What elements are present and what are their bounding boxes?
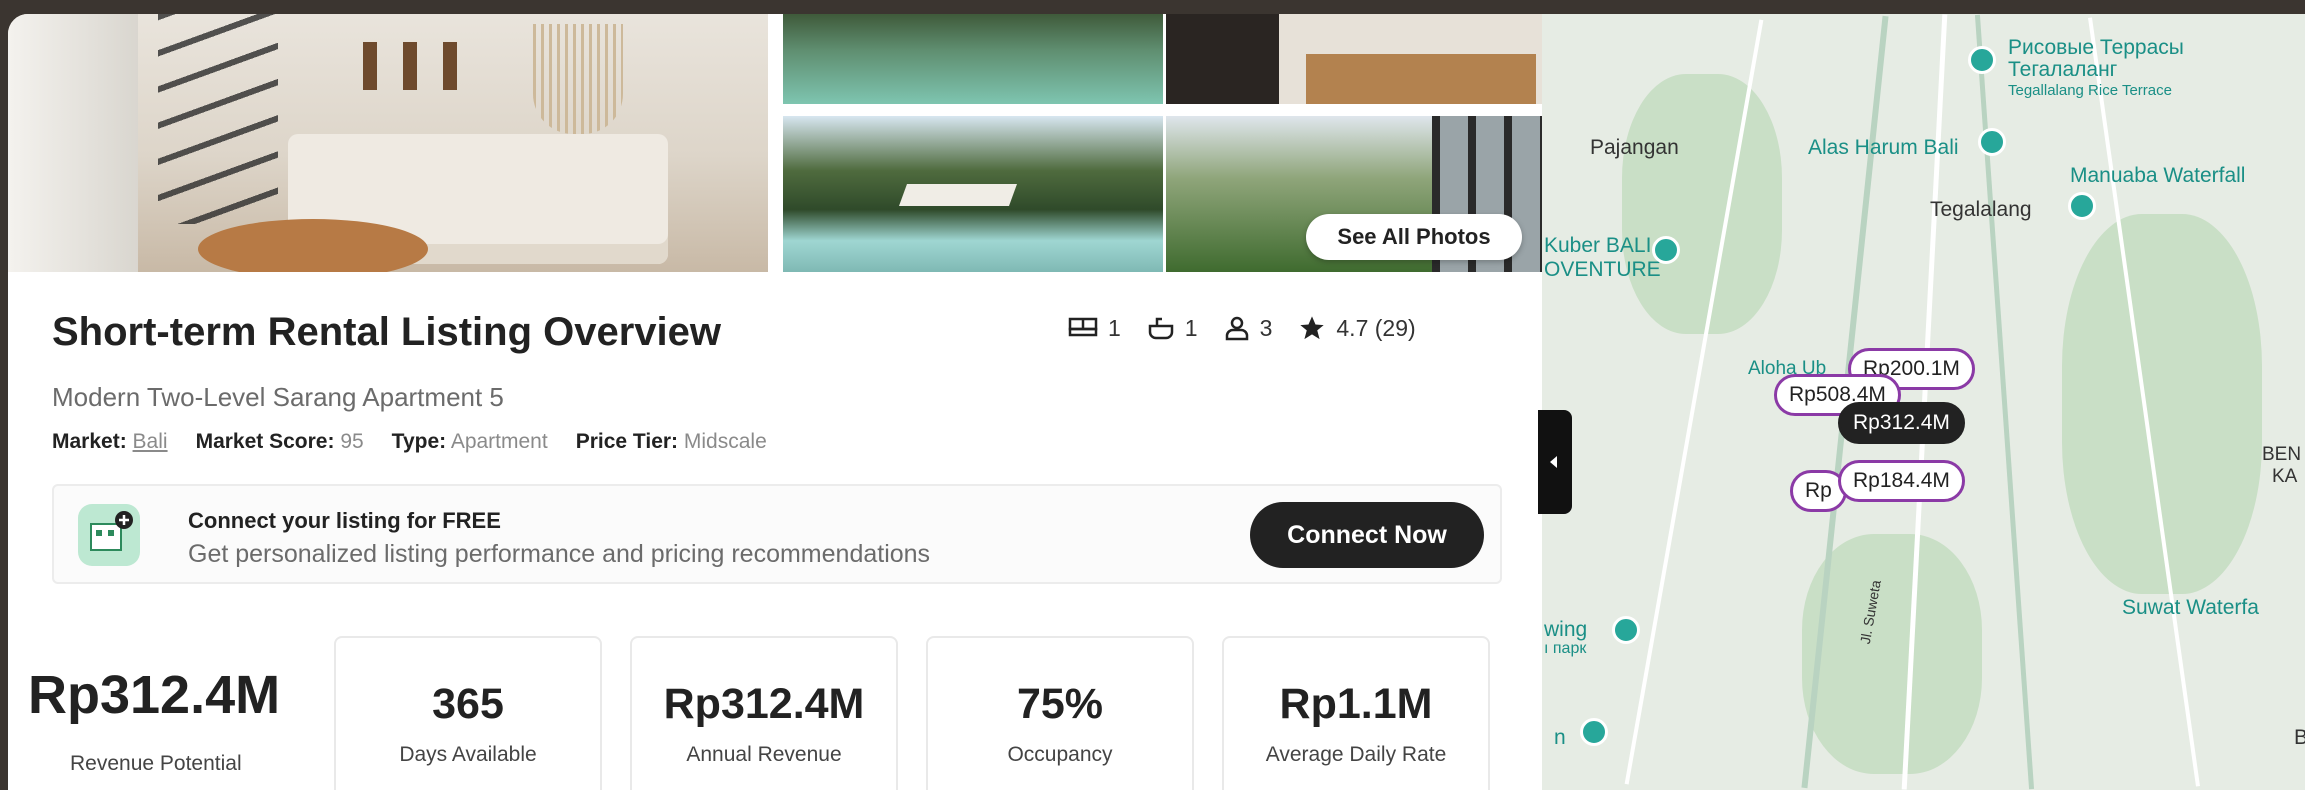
metric-label: Occupancy xyxy=(1007,743,1113,766)
poi-pin[interactable] xyxy=(1580,718,1608,746)
poi-label[interactable]: wing xyxy=(1544,618,1587,642)
page-title: Short-term Rental Listing Overview xyxy=(52,310,722,354)
poi-pin[interactable] xyxy=(1978,128,2006,156)
type-value: Apartment xyxy=(450,430,548,453)
connect-listing-banner: Connect your listing for FREE Get person… xyxy=(52,484,1502,584)
market-score-value: 95 xyxy=(340,430,364,453)
poi-label[interactable]: Tegallalang Rice Terrace xyxy=(2008,82,2172,99)
star-icon xyxy=(1300,316,1325,340)
market-score-label: Market Score: xyxy=(195,430,335,453)
revenue-potential-label: Revenue Potential xyxy=(70,752,242,775)
metric-value: Rp312.4M xyxy=(663,680,865,728)
metric-card-occupancy: 75% Occupancy xyxy=(926,636,1194,790)
poi-label[interactable]: Тегалаланг xyxy=(2008,58,2117,82)
rating-stat: 4.7 (29) xyxy=(1298,314,1416,342)
poi-pin[interactable] xyxy=(2068,192,2096,220)
market-link[interactable]: Bali xyxy=(133,430,168,453)
place-label: Pajangan xyxy=(1590,136,1679,159)
poolside-photo[interactable] xyxy=(783,116,1163,272)
guests-stat: 3 xyxy=(1224,314,1273,342)
pool-photo[interactable] xyxy=(783,14,1163,104)
map-area xyxy=(1622,74,1782,334)
poi-label[interactable]: n xyxy=(1554,726,1566,750)
bathrooms-count: 1 xyxy=(1184,314,1198,341)
main-photo[interactable] xyxy=(8,14,768,272)
price-tier-label: Price Tier: xyxy=(575,430,679,453)
place-label: B xyxy=(2294,726,2305,749)
bed-icon xyxy=(1068,317,1098,337)
poi-label[interactable]: ı парк xyxy=(1544,640,1586,658)
bedrooms-stat: 1 xyxy=(1068,315,1121,342)
metric-label: Average Daily Rate xyxy=(1265,743,1447,766)
poi-label[interactable]: OVENTURE xyxy=(1544,258,1661,282)
listing-name: Modern Two-Level Sarang Apartment 5 xyxy=(52,382,504,412)
poi-label[interactable]: Manuaba Waterfall xyxy=(2070,164,2245,188)
metric-card-annual-revenue: Rp312.4M Annual Revenue xyxy=(630,636,898,790)
revenue-potential-value: Rp312.4M xyxy=(28,665,281,725)
rating-value: 4.7 (29) xyxy=(1336,314,1416,341)
guests-icon xyxy=(1225,316,1248,341)
place-label: BEN xyxy=(2262,444,2302,465)
poi-pin[interactable] xyxy=(1968,46,1996,74)
see-all-photos-button[interactable]: See All Photos xyxy=(1306,214,1522,260)
bath-icon xyxy=(1148,317,1174,340)
metric-card-days-available: 365 Days Available xyxy=(334,636,602,790)
poi-label[interactable]: Kuber BALI xyxy=(1544,234,1651,258)
metric-label: Annual Revenue xyxy=(686,743,842,766)
poi-label[interactable]: Suwat Waterfa xyxy=(2122,596,2259,620)
place-label: KA xyxy=(2272,466,2298,487)
connect-now-button[interactable]: Connect Now xyxy=(1250,502,1484,568)
poi-label[interactable]: Рисовые Террасы xyxy=(2008,36,2184,60)
metric-value: 75% xyxy=(1016,680,1104,728)
metric-value: Rp1.1M xyxy=(1279,680,1433,728)
guests-count: 3 xyxy=(1259,314,1273,341)
collapse-panel-button[interactable] xyxy=(1538,410,1572,514)
type-label: Type: xyxy=(391,430,447,453)
house-plus-icon xyxy=(78,504,140,566)
bathrooms-stat: 1 xyxy=(1147,315,1198,342)
price-marker-active[interactable]: Rp312.4M xyxy=(1838,402,1965,444)
listing-panel: See All Photos Short-term Rental Listing… xyxy=(8,14,1542,790)
connect-title: Connect your listing for FREE xyxy=(188,508,501,533)
listing-stats: 1 1 3 4.7 (29) xyxy=(1068,314,1416,342)
market-label: Market: xyxy=(52,430,127,453)
price-marker[interactable]: Rp184.4M xyxy=(1838,460,1965,502)
poi-label[interactable]: Alas Harum Bali xyxy=(1808,136,1959,160)
map-view[interactable]: Рисовые Террасы Тегалаланг Tegallalang R… xyxy=(1542,14,2305,790)
place-label: Tegalalang xyxy=(1930,198,2032,221)
kitchen-photo[interactable] xyxy=(1166,14,1542,104)
metric-label: Days Available xyxy=(399,743,537,766)
poi-pin[interactable] xyxy=(1612,616,1640,644)
listing-meta: Market: Bali Market Score: 95 Type: Apar… xyxy=(52,430,787,454)
price-tier-value: Midscale xyxy=(683,430,767,453)
bedrooms-count: 1 xyxy=(1108,314,1121,341)
poi-pin[interactable] xyxy=(1652,236,1680,264)
metric-card-average-daily-rate: Rp1.1M Average Daily Rate xyxy=(1222,636,1490,790)
metric-value: 365 xyxy=(432,680,504,728)
connect-description: Get personalized listing performance and… xyxy=(188,540,931,568)
